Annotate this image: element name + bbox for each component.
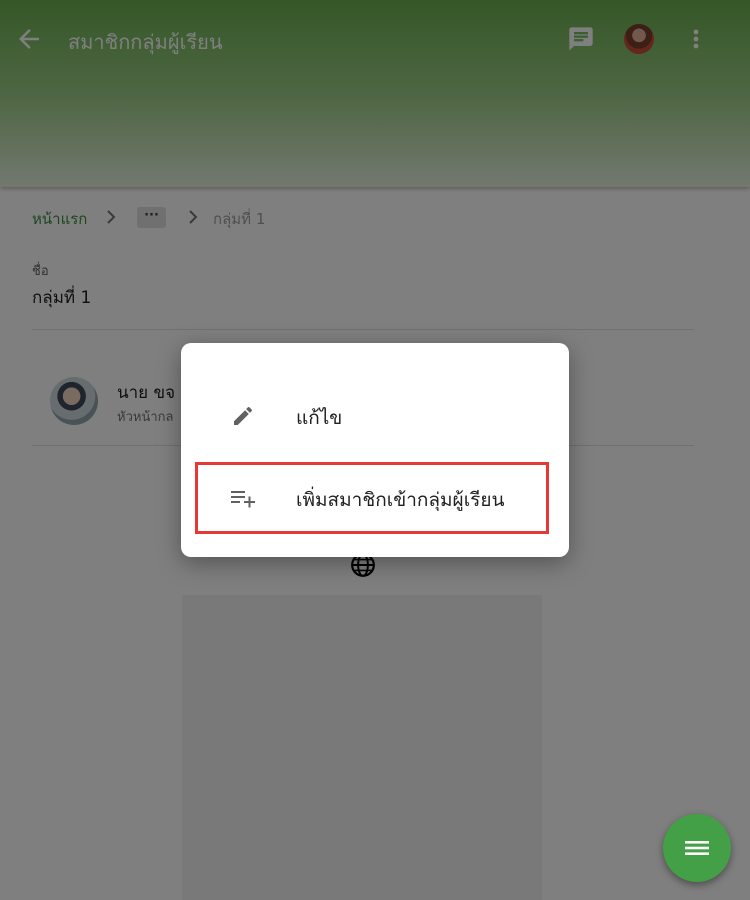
- fab-menu-button[interactable]: [663, 814, 731, 882]
- menu-item-label: เพิ่มสมาชิกเข้ากลุ่มผู้เรียน: [296, 489, 505, 511]
- playlist-add-icon: [229, 486, 257, 510]
- menu-item-edit[interactable]: แก้ไข: [181, 379, 569, 453]
- edit-pencil-icon: [229, 404, 257, 428]
- menu-item-label: แก้ไข: [296, 407, 343, 429]
- menu-item-add-member[interactable]: เพิ่มสมาชิกเข้ากลุ่มผู้เรียน: [181, 461, 569, 535]
- action-menu: แก้ไข เพิ่มสมาชิกเข้ากลุ่มผู้เรียน: [181, 343, 569, 557]
- menu-icon: [685, 841, 709, 855]
